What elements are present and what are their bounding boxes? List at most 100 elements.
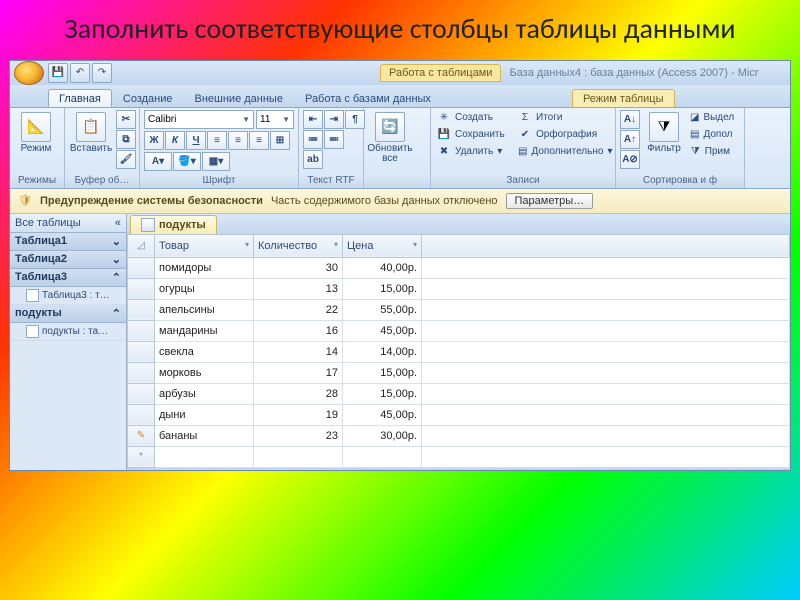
table-row[interactable]: арбузы2815,00р. [128,383,790,404]
table-row[interactable]: мандарины1645,00р. [128,320,790,341]
highlight-icon[interactable]: ab [303,150,323,169]
cell-quantity[interactable]: 23 [254,425,343,446]
underline-button[interactable]: Ч [186,131,206,150]
tab-external[interactable]: Внешние данные [184,89,294,107]
clear-sort-icon[interactable]: A⊘ [620,150,640,169]
ltr-icon[interactable]: ¶ [345,110,365,129]
sort-asc-icon[interactable]: A↓ [620,110,640,129]
nav-group-products[interactable]: подукты⌃ [10,305,126,323]
col-product[interactable]: Товар▾ [155,234,254,257]
cell-product[interactable]: морковь [155,362,254,383]
cell-quantity[interactable]: 22 [254,299,343,320]
tab-create[interactable]: Создание [112,89,184,107]
undo-icon[interactable]: ↶ [70,63,90,83]
cell-quantity[interactable]: 17 [254,362,343,383]
redo-icon[interactable]: ↷ [92,63,112,83]
spelling-button[interactable]: ✔Орфография [516,127,610,143]
indent-dec-icon[interactable]: ⇤ [303,110,323,129]
table-row[interactable]: ✎бананы2330,00р. [128,425,790,446]
nav-group-table3[interactable]: Таблица3⌃ [10,269,126,287]
cell-product[interactable]: свекла [155,341,254,362]
col-price[interactable]: Цена▾ [343,234,422,257]
align-left-icon[interactable]: ≡ [207,131,227,150]
align-right-icon[interactable]: ≡ [249,131,269,150]
cell-price[interactable]: 45,00р. [343,404,422,425]
cell-price[interactable]: 40,00р. [343,257,422,278]
datasheet-grid[interactable]: ◿ Товар▾ Количество▾ Цена▾ помидоры3040,… [127,234,790,468]
save-icon[interactable]: 💾 [48,63,68,83]
advanced-filter-button[interactable]: ▤Допол [688,127,732,143]
table-row[interactable]: дыни1945,00р. [128,404,790,425]
cell-product[interactable]: дыни [155,404,254,425]
row-selector[interactable] [128,278,155,299]
tab-datasheet[interactable]: Режим таблицы [572,89,675,107]
paste-button[interactable]: 📋 Вставить [69,110,113,156]
more-button[interactable]: ▤Дополнительно▾ [516,144,610,160]
cell-product[interactable]: бананы [155,425,254,446]
cell-price[interactable]: 14,00р. [343,341,422,362]
save-record-button[interactable]: 💾Сохранить [435,127,513,143]
align-center-icon[interactable]: ≡ [228,131,248,150]
table-row[interactable]: помидоры3040,00р. [128,257,790,278]
office-button[interactable] [14,61,44,85]
row-selector[interactable]: ✎ [128,425,155,446]
cell-quantity[interactable]: 28 [254,383,343,404]
cell-product[interactable]: арбузы [155,383,254,404]
nav-group-table1[interactable]: Таблица1⌄ [10,233,126,251]
col-quantity[interactable]: Количество▾ [254,234,343,257]
row-selector[interactable] [128,320,155,341]
security-options-button[interactable]: Параметры… [506,193,594,209]
toggle-filter-button[interactable]: ⧩Прим [688,144,732,160]
cell-price[interactable]: 30,00р. [343,425,422,446]
gridlines-icon[interactable]: ⊞ [270,131,290,150]
nav-header[interactable]: Все таблицы« [10,214,126,233]
indent-inc-icon[interactable]: ⇥ [324,110,344,129]
nav-item-table3[interactable]: Таблица3 : т… [10,287,126,305]
view-button[interactable]: 📐 Режим [14,110,58,156]
table-row[interactable]: огурцы1315,00р. [128,278,790,299]
sort-desc-icon[interactable]: A↑ [620,130,640,149]
cell-price[interactable]: 15,00р. [343,362,422,383]
table-row[interactable]: морковь1715,00р. [128,362,790,383]
alt-fill-button[interactable]: ▦▾ [202,152,230,171]
italic-button[interactable]: К [165,131,185,150]
row-selector[interactable] [128,341,155,362]
nav-group-table2[interactable]: Таблица2⌄ [10,251,126,269]
cell-price[interactable]: 15,00р. [343,278,422,299]
row-selector[interactable] [128,383,155,404]
cell-quantity[interactable]: 19 [254,404,343,425]
cell-quantity[interactable]: 16 [254,320,343,341]
row-selector[interactable] [128,299,155,320]
cell-quantity[interactable]: 14 [254,341,343,362]
tab-dbtools[interactable]: Работа с базами данных [294,89,442,107]
nav-item-products[interactable]: подукты : та… [10,323,126,341]
cell-product[interactable]: огурцы [155,278,254,299]
delete-record-button[interactable]: ✖Удалить▾ [435,144,513,160]
cell-product[interactable]: апельсины [155,299,254,320]
copy-icon[interactable]: ⧉ [116,130,136,149]
filter-button[interactable]: ⧩ Фильтр [643,110,685,156]
table-tab-products[interactable]: подукты [130,215,217,234]
cell-product[interactable]: мандарины [155,320,254,341]
table-row[interactable]: апельсины2255,00р. [128,299,790,320]
select-all-cell[interactable]: ◿ [128,234,155,257]
format-painter-icon[interactable]: 🖌 [116,150,136,169]
row-selector[interactable] [128,404,155,425]
row-selector[interactable] [128,362,155,383]
refresh-button[interactable]: 🔄 Обновить все [368,110,412,166]
font-size-combo[interactable]: 11▼ [256,110,294,129]
cell-price[interactable]: 45,00р. [343,320,422,341]
cell-quantity[interactable]: 30 [254,257,343,278]
row-selector[interactable] [128,257,155,278]
cell-price[interactable]: 55,00р. [343,299,422,320]
new-row[interactable]: * [128,446,790,467]
selection-filter-button[interactable]: ◪Выдел [688,110,732,126]
table-row[interactable]: свекла1414,00р. [128,341,790,362]
fill-color-button[interactable]: 🪣▾ [173,152,201,171]
new-record-button[interactable]: ✳Создать [435,110,513,126]
cell-price[interactable]: 15,00р. [343,383,422,404]
cut-icon[interactable]: ✂ [116,110,136,129]
cell-product[interactable]: помидоры [155,257,254,278]
bullets-icon[interactable]: ≔ [303,130,323,149]
tab-home[interactable]: Главная [48,89,112,107]
